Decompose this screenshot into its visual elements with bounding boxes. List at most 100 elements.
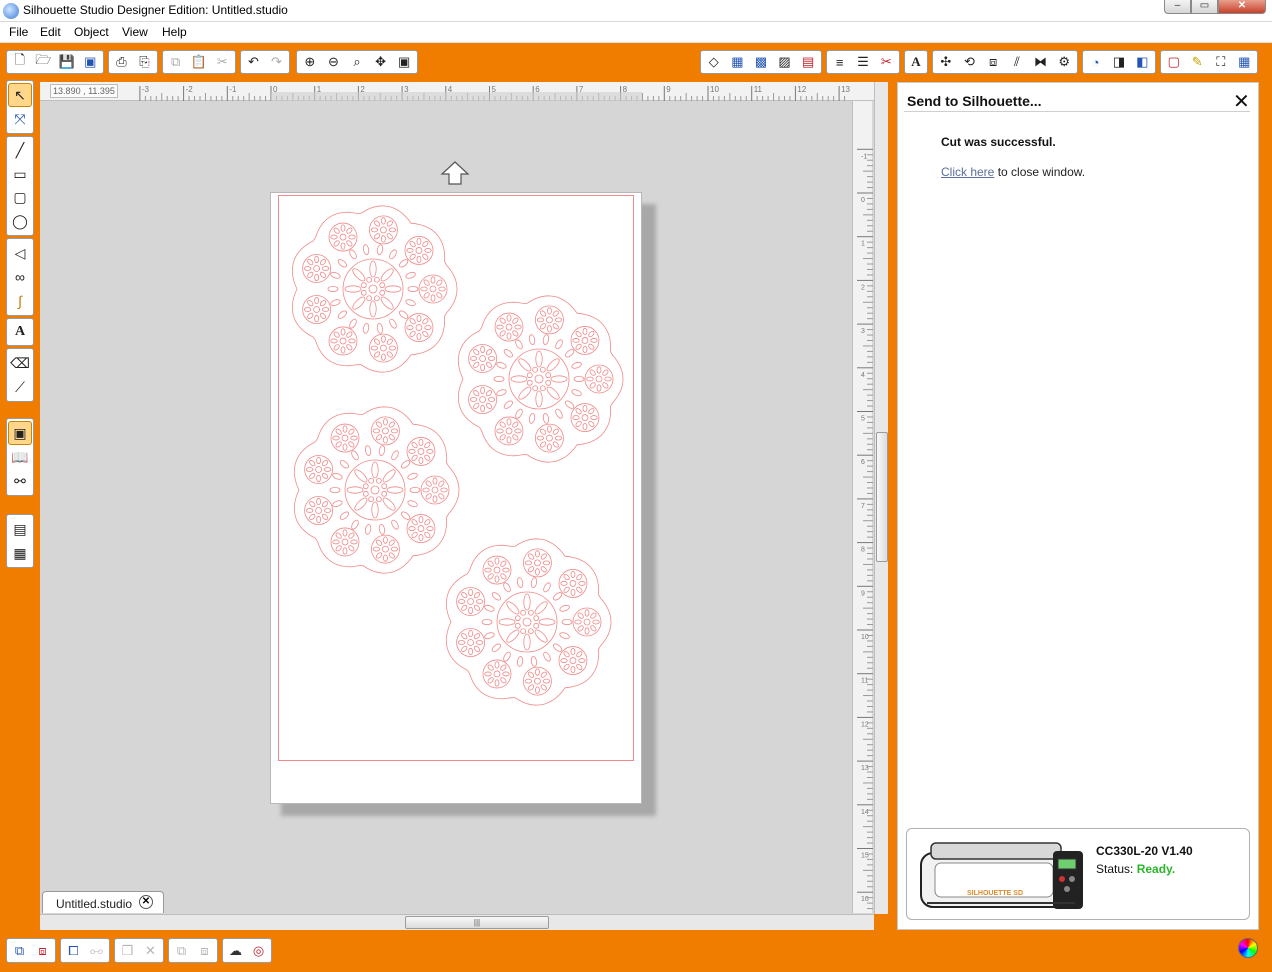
- grid-icon[interactable]: ▦: [1234, 52, 1256, 72]
- horizontal-scroll-thumb[interactable]: |||: [405, 916, 549, 929]
- color-wheel-icon[interactable]: [1238, 938, 1258, 958]
- fill-color-icon[interactable]: ◇: [703, 52, 725, 72]
- svg-text:-3: -3: [142, 85, 150, 94]
- group-icon[interactable]: ⧉: [9, 941, 30, 961]
- cut-style-icon[interactable]: ✂: [876, 52, 897, 72]
- fill-dark-icon[interactable]: ▨: [774, 52, 796, 72]
- paste-icon[interactable]: 📋: [188, 52, 209, 72]
- modify-icon[interactable]: ⚙: [1053, 52, 1075, 72]
- edit-points-icon[interactable]: ⤧: [8, 107, 32, 131]
- svg-text:5: 5: [861, 416, 865, 423]
- page-settings-icon[interactable]: ◧: [1132, 52, 1153, 72]
- design-page-icon[interactable]: ▣: [8, 421, 32, 445]
- fill-shadow-icon[interactable]: ▤: [797, 52, 819, 72]
- mirror-icon[interactable]: ⧓: [1030, 52, 1052, 72]
- title-bar: Silhouette Studio Designer Edition: Unti…: [0, 0, 1272, 22]
- line-color-icon[interactable]: ≡: [829, 52, 850, 72]
- rotate-icon[interactable]: ⟲: [959, 52, 981, 72]
- open-book-icon[interactable]: 📖: [8, 445, 32, 469]
- print-group: ⎙ ⎘: [108, 50, 158, 74]
- new-document-icon[interactable]: 🗋: [9, 52, 31, 72]
- store-icon[interactable]: ◨: [1108, 52, 1129, 72]
- save-library-icon[interactable]: ▣: [80, 52, 102, 72]
- fill-pattern-icon[interactable]: ▩: [750, 52, 772, 72]
- sketch-pen-icon[interactable]: ✎: [1187, 52, 1209, 72]
- close-window-button[interactable]: ✕: [1218, 0, 1266, 14]
- fit-page-icon[interactable]: ▣: [393, 52, 415, 72]
- weld-icon[interactable]: ☁: [225, 941, 246, 961]
- link-icon[interactable]: ⚯: [8, 469, 32, 493]
- save-icon[interactable]: 💾: [56, 52, 78, 72]
- doily-designs[interactable]: [271, 193, 643, 805]
- freehand-tool-icon[interactable]: ∫: [8, 289, 32, 313]
- cut-settings-icon[interactable]: ▢: [1163, 52, 1185, 72]
- polygon-tool-icon[interactable]: ◁: [8, 241, 32, 265]
- zoom-select-icon[interactable]: ⌕: [346, 52, 368, 72]
- knife-icon[interactable]: ⟋: [8, 375, 32, 399]
- replicate-icon[interactable]: ✣: [935, 52, 957, 72]
- single-view-icon[interactable]: ▤: [8, 517, 32, 541]
- print-cut-icon[interactable]: ⎘: [134, 52, 155, 72]
- device-model: CC330L-20 V1.40: [1096, 844, 1193, 858]
- app-icon: [3, 3, 19, 19]
- rounded-rectangle-tool-icon[interactable]: ▢: [8, 186, 32, 210]
- fill-gradient-icon[interactable]: ▦: [727, 52, 749, 72]
- pan-icon[interactable]: ✥: [370, 52, 392, 72]
- svg-text:6: 6: [861, 459, 865, 466]
- vertical-scroll-thumb[interactable]: [876, 432, 888, 562]
- minimize-button[interactable]: ‒: [1164, 0, 1191, 14]
- line-tool-icon[interactable]: ╱: [8, 139, 32, 163]
- zoom-in-icon[interactable]: ⊕: [299, 52, 321, 72]
- curve-tool-icon[interactable]: ∞: [8, 265, 32, 289]
- split-view-icon[interactable]: ▦: [8, 541, 32, 565]
- menu-object[interactable]: Object: [74, 25, 109, 39]
- send-to-silhouette-panel: Send to Silhouette... ✕ Cut was successf…: [897, 82, 1259, 930]
- menu-view[interactable]: View: [122, 25, 148, 39]
- svg-text:4: 4: [861, 372, 865, 379]
- delete-icon[interactable]: ✕: [140, 941, 161, 961]
- eraser-icon[interactable]: ⌫: [8, 351, 32, 375]
- copy-icon[interactable]: ⧉: [165, 52, 186, 72]
- bring-front-icon[interactable]: ⧉: [171, 941, 192, 961]
- shear-icon[interactable]: ⫽: [1006, 52, 1028, 72]
- zoom-out-icon[interactable]: ⊖: [323, 52, 345, 72]
- horizontal-scrollbar[interactable]: |||: [40, 914, 874, 930]
- menu-edit[interactable]: Edit: [40, 25, 61, 39]
- click-here-link[interactable]: Click here: [941, 165, 994, 179]
- fullscreen-icon[interactable]: ⛶: [1210, 52, 1232, 72]
- weld-tools: ☁ ◎: [222, 938, 272, 963]
- scale-icon[interactable]: ⧈: [982, 52, 1004, 72]
- svg-text:8: 8: [861, 547, 865, 554]
- close-tab-icon[interactable]: ✕: [139, 895, 153, 909]
- maximize-button[interactable]: ▭: [1191, 0, 1218, 14]
- send-back-icon[interactable]: ⧈: [194, 941, 215, 961]
- offset-icon[interactable]: ◎: [248, 941, 269, 961]
- device-status-card: SILHOUETTE SD CC330L-20 V1.40 Status: Re…: [906, 828, 1250, 920]
- rectangle-tool-icon[interactable]: ▭: [8, 163, 32, 187]
- status-value: Ready.: [1136, 862, 1176, 876]
- make-compound-icon[interactable]: ⧠: [63, 941, 84, 961]
- cut-scissors-icon[interactable]: ✂: [212, 52, 233, 72]
- ellipse-tool-icon[interactable]: ◯: [8, 210, 32, 234]
- redo-icon[interactable]: ↷: [266, 52, 287, 72]
- menu-file[interactable]: File: [9, 25, 28, 39]
- vertical-scrollbar[interactable]: [874, 82, 888, 914]
- main-toolbar: 🗋 🗁 💾 ▣ ⎙ ⎘ ⧉ 📋 ✂ ↶ ↷ ⊕ ⊖ ⌕ ✥ ▣ ◇ ▦ ▩ ▨ …: [0, 44, 1272, 79]
- undo-icon[interactable]: ↶: [243, 52, 264, 72]
- document-tab[interactable]: Untitled.studio ✕: [42, 891, 164, 913]
- release-compound-icon[interactable]: ⧟: [86, 941, 107, 961]
- duplicate-icon[interactable]: ❒: [117, 941, 138, 961]
- group-tools: ⧉ ⧈: [6, 938, 56, 963]
- print-icon[interactable]: ⎙: [111, 52, 132, 72]
- panels-group: ◔ ◨ ◧: [1082, 50, 1156, 74]
- design-page[interactable]: [270, 192, 642, 804]
- text-tool-icon[interactable]: A: [8, 321, 32, 343]
- canvas-workspace[interactable]: 13.890 , 11.395 -3 -2 -1 0 1 2 3 4 5 6 7 8 9 10 11 12 13…: [40, 82, 888, 930]
- ungroup-icon[interactable]: ⧈: [32, 941, 53, 961]
- line-style-icon[interactable]: ☰: [852, 52, 873, 72]
- library-icon[interactable]: ◔: [1085, 52, 1106, 72]
- menu-help[interactable]: Help: [162, 25, 187, 39]
- text-style-icon[interactable]: A: [907, 52, 925, 72]
- open-folder-icon[interactable]: 🗁: [33, 52, 55, 72]
- select-arrow-icon[interactable]: ↖: [8, 83, 32, 107]
